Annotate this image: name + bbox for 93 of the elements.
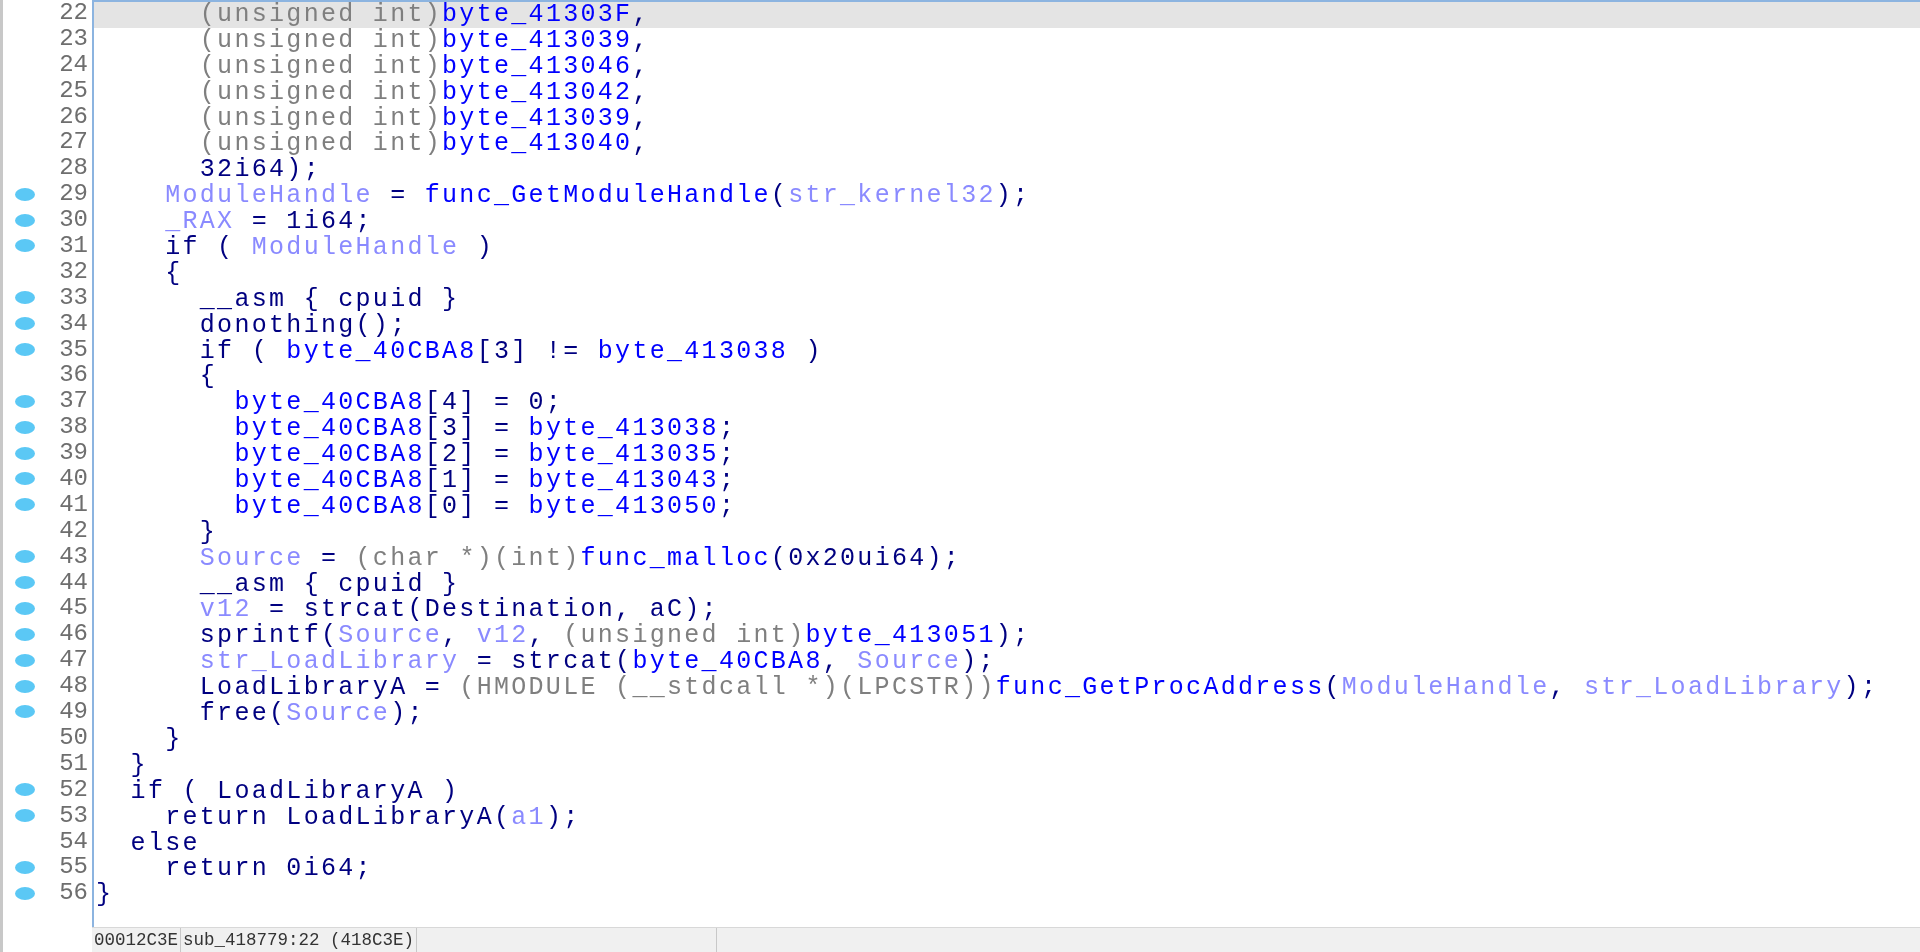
line-number: 25 [59,77,88,104]
code-line: __asm { cpuid } [198,286,461,313]
line-number: 49 [59,699,88,725]
line-number: 44 [59,569,88,596]
code-line: } [95,882,115,909]
line-number: 42 [59,517,88,544]
code-line: (unsigned int)byte_413040, [198,131,651,158]
code-line: } [164,726,184,753]
line-number: 39 [59,440,88,467]
line-number: 29 [59,181,88,208]
line-number: 35 [59,336,88,363]
line-number: 33 [59,284,88,311]
line-number: 50 [59,724,88,751]
code-line: if ( ModuleHandle ) [164,235,495,261]
code-line: byte_40CBA8[4] = 0; [233,390,564,417]
line-number: 55 [59,854,88,881]
code-line: 32i64); [199,157,321,184]
line-number: 30 [59,207,88,234]
breakpoint-dot-icon[interactable] [15,809,35,823]
code-line: { [164,260,184,287]
breakpoint-dot-icon[interactable] [15,498,35,512]
breakpoint-dot-icon[interactable] [15,394,35,408]
breakpoint-dot-icon[interactable] [15,601,35,615]
code-line: (unsigned int)byte_413039, [198,105,651,132]
line-number: 27 [59,129,88,156]
breakpoint-dot-icon[interactable] [15,576,35,590]
line-number: 31 [59,233,88,259]
line-number: 46 [59,621,88,648]
breakpoint-dot-icon[interactable] [15,317,35,331]
breakpoint-dot-icon[interactable] [15,472,35,486]
code-line: (unsigned int)byte_413046, [198,53,651,80]
line-number: 40 [59,466,88,492]
code-line: byte_40CBA8[2] = byte_413035; [233,442,738,469]
code-line: LoadLibraryA = (HMODULE (__stdcall *)(LPCSTR))func_GetProcAddress(ModuleHandle, str_LoadLibrary); [198,675,1880,702]
code-line: _RAX = 1i64; [164,209,373,235]
code-line: sprintf(Source, v12, (unsigned int)byte_413051); [198,623,1032,650]
code-line: (unsigned int)byte_413042, [198,79,651,106]
code-line: return 0i64; [164,856,374,883]
breakpoint-dot-icon[interactable] [15,213,35,227]
line-number: 47 [59,647,88,674]
line-number: 38 [59,414,88,441]
line-number: 56 [59,880,88,907]
code-line: } [129,752,148,779]
code-line: byte_40CBA8[3] = byte_413038; [233,416,738,443]
breakpoint-dot-icon[interactable] [15,860,35,874]
code-line: free(Source); [198,701,426,727]
status-location: sub_418779:22 (418C3E) [181,928,418,952]
line-number: 41 [59,491,88,518]
breakpoint-dot-icon[interactable] [15,705,35,719]
line-number: 53 [59,802,88,829]
code-line: byte_40CBA8[0] = byte_413050; [233,493,738,520]
breakpoint-dot-icon[interactable] [15,679,35,693]
breakpoint-dot-icon[interactable] [15,343,35,356]
breakpoint-dot-icon[interactable] [15,291,35,305]
code-line: if ( byte_40CBA8[3] != byte_413038 ) [198,338,824,365]
line-number: 34 [59,310,88,337]
line-number: 52 [59,776,88,803]
line-number: 37 [59,388,88,415]
line-number: 23 [59,25,88,52]
line-number: 26 [59,103,88,130]
code-line: return LoadLibraryA(a1); [165,804,582,831]
code-line: v12 = strcat(Destination, aC); [198,597,720,624]
breakpoint-dot-icon[interactable] [15,627,35,641]
code-line: else [129,830,201,857]
breakpoint-dot-icon[interactable] [15,783,35,797]
status-address: 00012C3E [92,928,181,952]
line-number: 54 [59,828,88,855]
breakpoint-dot-icon[interactable] [15,420,35,434]
code-line: str_LoadLibrary = strcat(byte_40CBA8, Source); [198,649,997,676]
code-line: byte_40CBA8[1] = byte_413043; [233,468,738,494]
line-number: 24 [59,51,88,78]
code-line: (unsigned int)byte_413039, [198,27,651,54]
breakpoint-dot-icon[interactable] [15,187,35,201]
code-line: ModuleHandle = func_GetModuleHandle(str_kernel32); [164,183,1032,210]
code-line: } [198,519,219,546]
breakpoint-dot-icon[interactable] [15,446,35,460]
code-line: donothing(); [198,312,408,339]
breakpoint-dot-icon[interactable] [15,239,35,253]
breakpoint-dot-icon[interactable] [15,653,35,667]
code-line: if ( LoadLibraryA ) [129,778,460,805]
line-number: 36 [59,362,88,389]
line-number: 22 [59,0,88,26]
code-line: __asm { cpuid } [198,571,460,598]
line-number: 32 [59,258,88,285]
line-number: 28 [59,155,88,182]
line-number: 43 [59,543,88,570]
code-line: { [198,364,219,391]
code-line: Source = (char *)(int)func_malloc(0x20ui64); [198,545,963,572]
line-number: 45 [59,595,88,622]
breakpoint-dot-icon[interactable] [15,886,35,900]
line-number: 51 [59,750,88,777]
line-number: 48 [59,673,88,700]
breakpoint-dot-icon[interactable] [15,550,35,564]
